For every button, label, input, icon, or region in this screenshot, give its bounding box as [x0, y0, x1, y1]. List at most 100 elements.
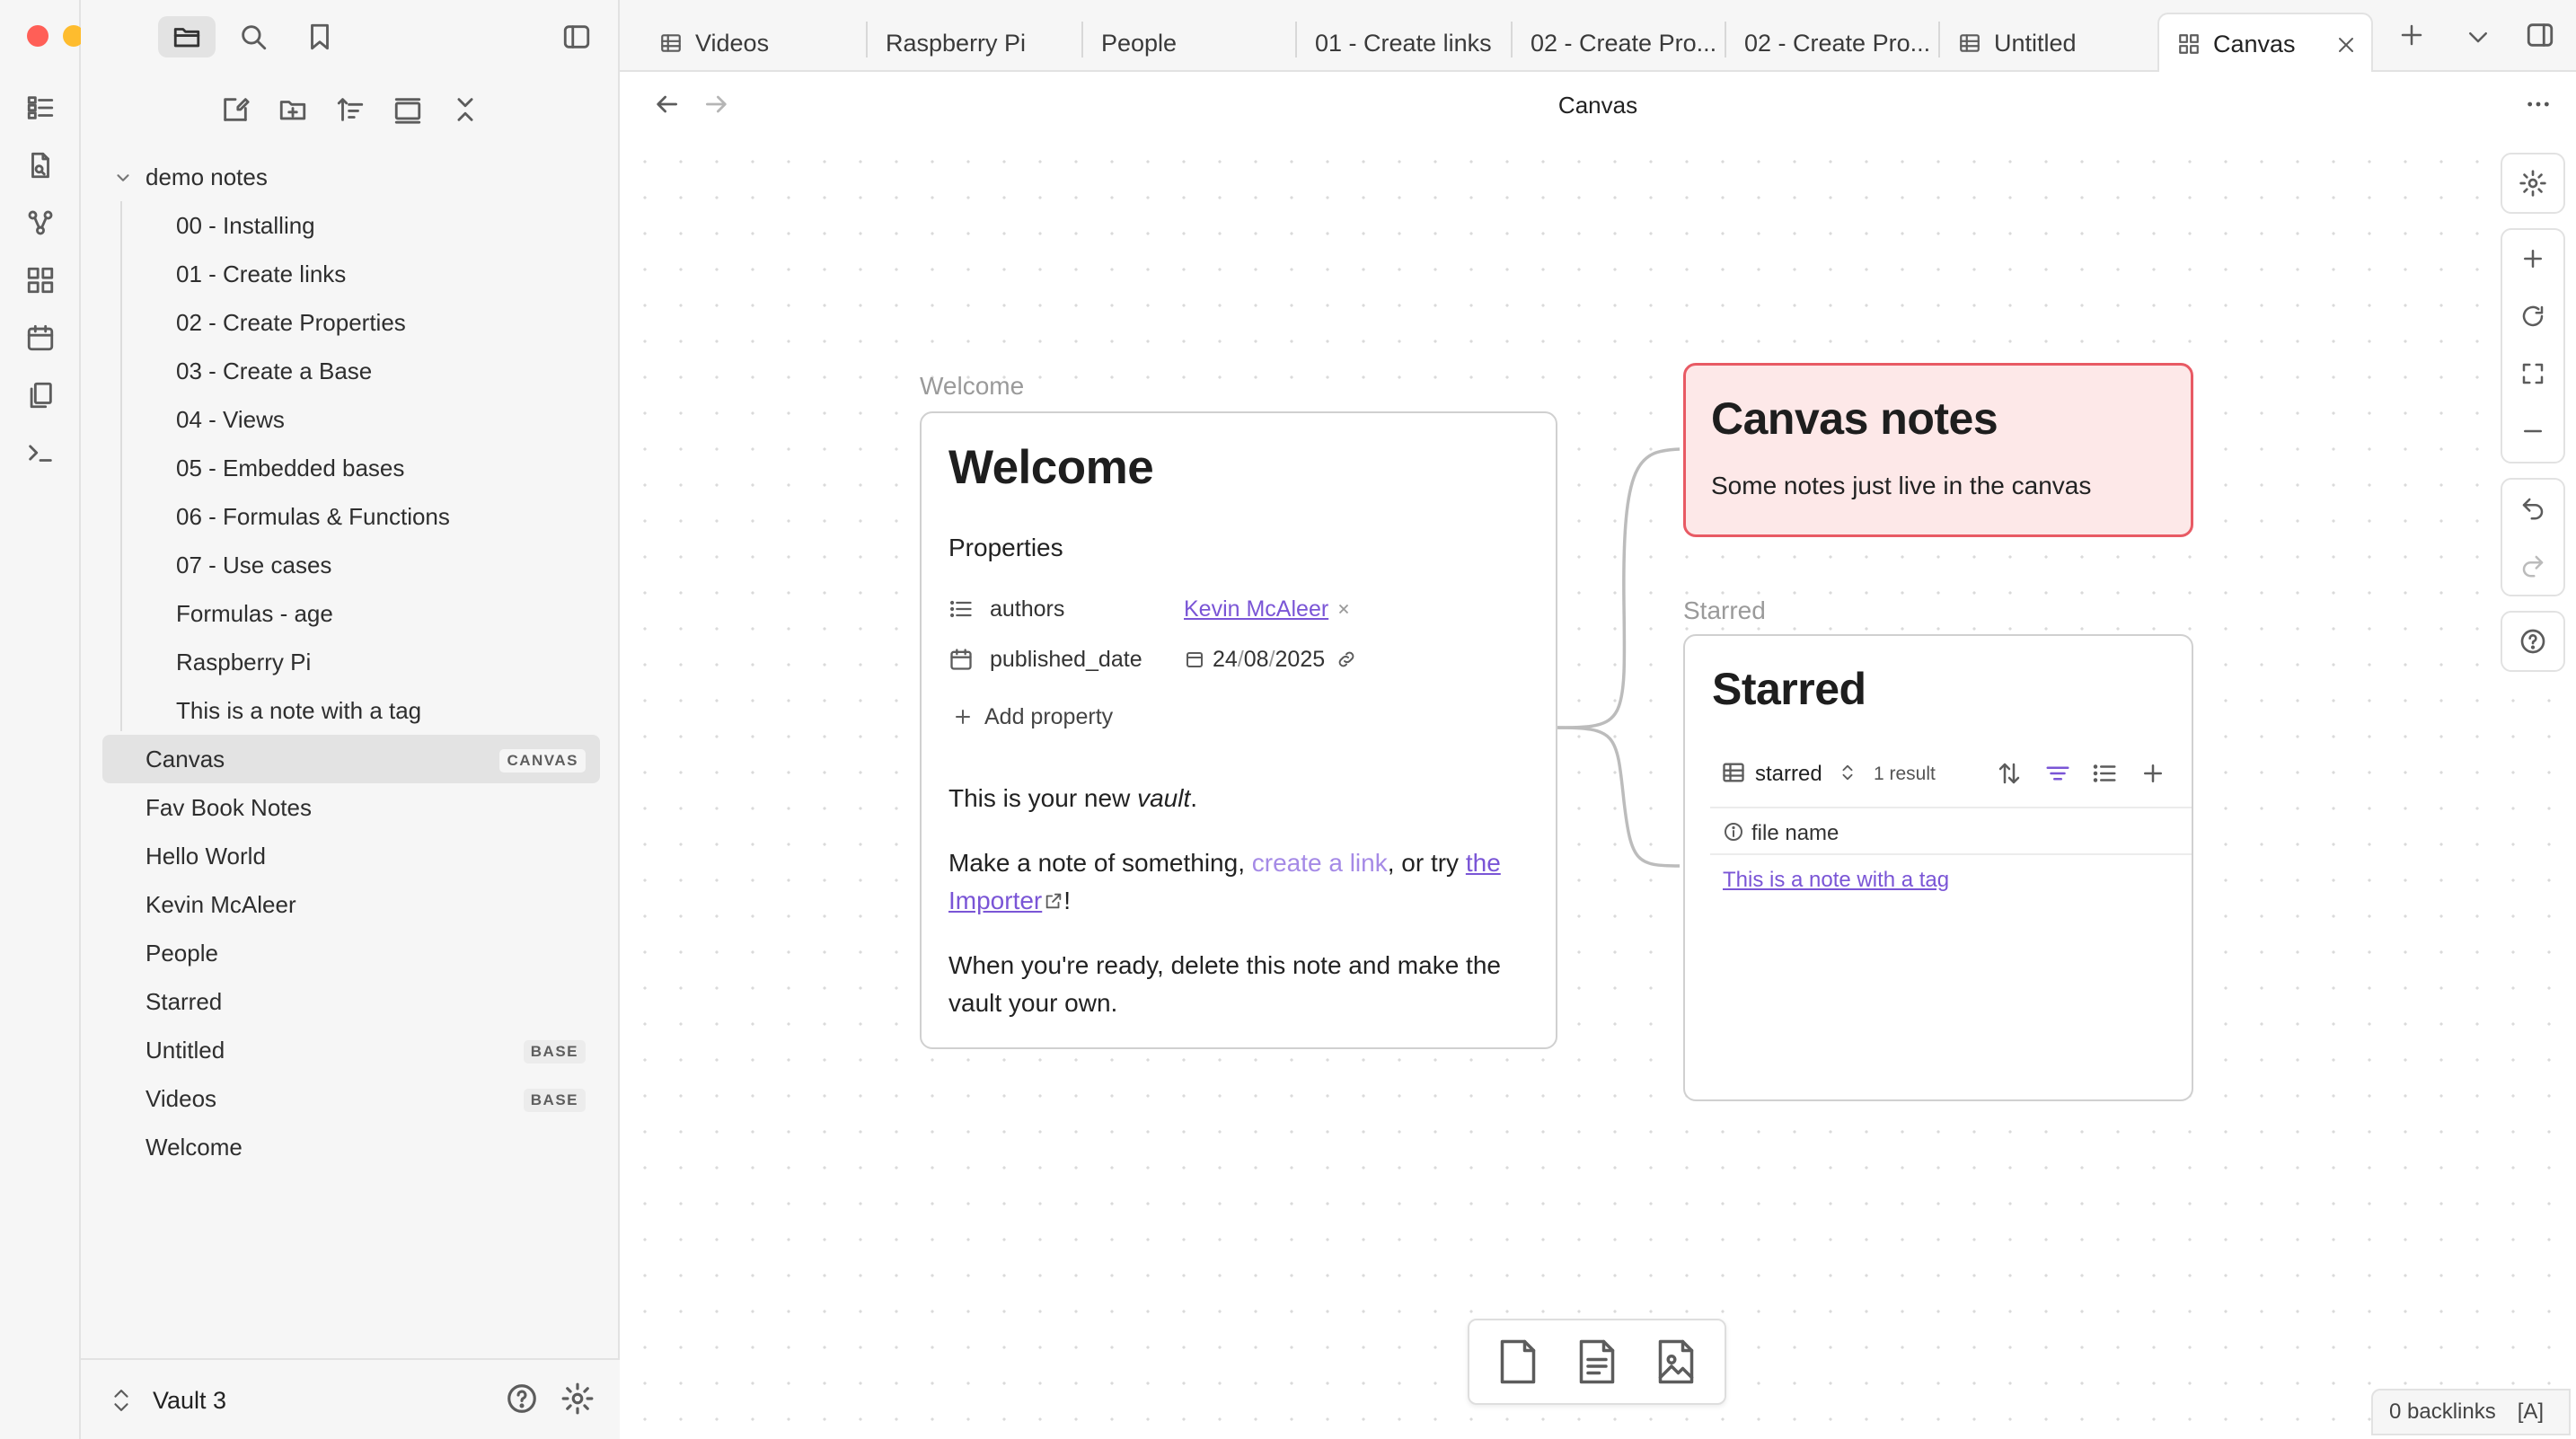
add-row-plus-icon[interactable]: [2139, 760, 2166, 787]
add-media-icon[interactable]: [1649, 1335, 1703, 1389]
sort-icon[interactable]: [331, 90, 370, 129]
zoom-to-fit-icon[interactable]: [2502, 345, 2563, 402]
auto-reveal-icon[interactable]: [388, 90, 428, 129]
canvas-text-card[interactable]: Canvas notes Some notes just live in the…: [1683, 363, 2193, 537]
column-file-name[interactable]: file name: [1751, 821, 1839, 846]
toggle-sidebar-icon[interactable]: [548, 16, 605, 57]
tree-item[interactable]: 05 - Embedded bases: [102, 444, 600, 492]
folder-demo-notes[interactable]: demo notes: [102, 153, 600, 201]
tree-item[interactable]: Hello World: [102, 832, 600, 880]
property-published-date[interactable]: published_date 24/08/2025: [948, 641, 1523, 677]
editor-mode: [A]: [2517, 1399, 2545, 1424]
vault-switcher-icon[interactable]: [110, 1385, 133, 1416]
tab-list-chevron-icon[interactable]: [2465, 23, 2492, 50]
undo-icon[interactable]: [2502, 480, 2563, 537]
tree-item[interactable]: 00 - Installing: [102, 201, 600, 250]
tree-item[interactable]: 04 - Views: [102, 395, 600, 444]
add-note-from-vault-icon[interactable]: [1570, 1335, 1624, 1389]
date-value[interactable]: 24/08/2025: [1184, 647, 1357, 673]
starred-base-card[interactable]: Starred starred 1 result file name This …: [1683, 634, 2193, 1101]
backlinks-count[interactable]: 0 backlinks: [2389, 1399, 2496, 1425]
link-icon[interactable]: [1336, 649, 1357, 670]
reset-zoom-icon[interactable]: [2502, 287, 2563, 345]
tree-item[interactable]: Kevin McAleer: [102, 880, 600, 929]
property-authors[interactable]: authors Kevin McAleer: [948, 591, 1523, 627]
redo-icon[interactable]: [2502, 537, 2563, 595]
close-tab-icon[interactable]: [2335, 34, 2357, 56]
folder-icon[interactable]: [158, 16, 216, 57]
tree-item[interactable]: People: [102, 929, 600, 977]
tree-item[interactable]: Fav Book Notes: [102, 783, 600, 832]
edge-welcome-to-starred[interactable]: [1555, 726, 1681, 868]
tab-canvas[interactable]: Canvas: [2157, 13, 2373, 74]
calendar-icon[interactable]: [22, 320, 58, 356]
graph-icon[interactable]: [22, 205, 58, 241]
dashboard-icon[interactable]: [22, 90, 58, 126]
tree-item-label: Raspberry Pi: [176, 648, 312, 675]
canvas-area[interactable]: Welcome Welcome Properties authors Kevin…: [620, 137, 2576, 1439]
filter-icon[interactable]: [2044, 760, 2071, 787]
add-property-button[interactable]: Add property: [952, 699, 1527, 735]
tree-item[interactable]: 03 - Create a Base: [102, 347, 600, 395]
tree-item[interactable]: 01 - Create links: [102, 250, 600, 298]
bookmark-icon[interactable]: [291, 16, 348, 57]
more-options-icon[interactable]: [2524, 90, 2553, 119]
view-switch-chevron-icon[interactable]: [1838, 762, 1857, 783]
tree-item-label: 06 - Formulas & Functions: [176, 502, 450, 530]
grid-icon[interactable]: [22, 262, 58, 298]
history-controls-group: [2501, 478, 2565, 596]
tree-item-untitled[interactable]: Untitled BASE: [102, 1026, 600, 1074]
base-view-selector[interactable]: starred: [1755, 762, 1822, 787]
settings-gear-icon[interactable]: [560, 1382, 595, 1416]
add-card-icon[interactable]: [1491, 1335, 1545, 1389]
vault-name[interactable]: Vault 3: [153, 1387, 226, 1415]
search-icon[interactable]: [225, 16, 282, 57]
help-icon[interactable]: [505, 1382, 539, 1416]
zoom-in-plus-icon[interactable]: [2502, 230, 2563, 287]
tab-create-properties-1[interactable]: 02 - Create Pro...: [1513, 14, 1725, 72]
tree-item[interactable]: This is a note with a tag: [102, 686, 600, 735]
tab-videos[interactable]: Videos: [641, 14, 839, 72]
welcome-note-card[interactable]: Welcome Properties authors Kevin McAleer…: [920, 411, 1557, 1049]
tab-raspberry-pi[interactable]: Raspberry Pi: [868, 14, 1081, 72]
importer-link[interactable]: Importer: [948, 887, 1042, 914]
new-tab-icon[interactable]: [2398, 22, 2425, 49]
tree-item[interactable]: Welcome: [102, 1123, 600, 1171]
tab-create-properties-2[interactable]: 02 - Create Pro...: [1726, 14, 1938, 72]
tree-item-videos[interactable]: Videos BASE: [102, 1074, 600, 1123]
close-window-button[interactable]: [27, 25, 49, 47]
tree-item[interactable]: 06 - Formulas & Functions: [102, 492, 600, 541]
create-link[interactable]: create a link: [1252, 849, 1388, 877]
sort-icon[interactable]: [1996, 760, 2023, 787]
terminal-icon[interactable]: [22, 435, 58, 471]
copy-icon[interactable]: [22, 377, 58, 413]
importer-link[interactable]: the: [1466, 849, 1501, 877]
properties-list-icon[interactable]: [2091, 760, 2118, 787]
toggle-right-sidebar-icon[interactable]: [2524, 20, 2556, 50]
file-type-badge: CANVAS: [499, 749, 586, 772]
tree-item[interactable]: Formulas - age: [102, 589, 600, 638]
collapse-all-icon[interactable]: [446, 90, 485, 129]
table-row[interactable]: This is a note with a tag: [1710, 855, 2192, 904]
tree-item[interactable]: Starred: [102, 977, 600, 1026]
canvas-settings-gear-icon[interactable]: [2502, 154, 2563, 212]
tab-people[interactable]: People: [1083, 14, 1295, 72]
view-title[interactable]: Canvas: [620, 92, 2576, 119]
author-link[interactable]: Kevin McAleer: [1184, 596, 1328, 622]
new-file-icon[interactable]: [22, 147, 58, 183]
file-type-badge: BASE: [523, 1089, 586, 1112]
remove-value-icon[interactable]: [1336, 601, 1352, 617]
tree-item[interactable]: 02 - Create Properties: [102, 298, 600, 347]
zoom-out-minus-icon[interactable]: [2502, 402, 2563, 460]
tab-create-links[interactable]: 01 - Create links: [1297, 14, 1511, 72]
tree-item[interactable]: 07 - Use cases: [102, 541, 600, 589]
new-folder-icon[interactable]: [273, 90, 313, 129]
row-file-link[interactable]: This is a note with a tag: [1723, 868, 1949, 893]
tab-untitled[interactable]: Untitled: [1940, 14, 2152, 72]
tree-item-canvas[interactable]: Canvas CANVAS: [102, 735, 600, 783]
new-note-icon[interactable]: [216, 90, 255, 129]
edge-welcome-to-notes[interactable]: [1555, 447, 1681, 729]
tree-item[interactable]: Raspberry Pi: [102, 638, 600, 686]
column-header-row: file name: [1710, 807, 2192, 855]
canvas-help-icon[interactable]: [2502, 613, 2563, 670]
